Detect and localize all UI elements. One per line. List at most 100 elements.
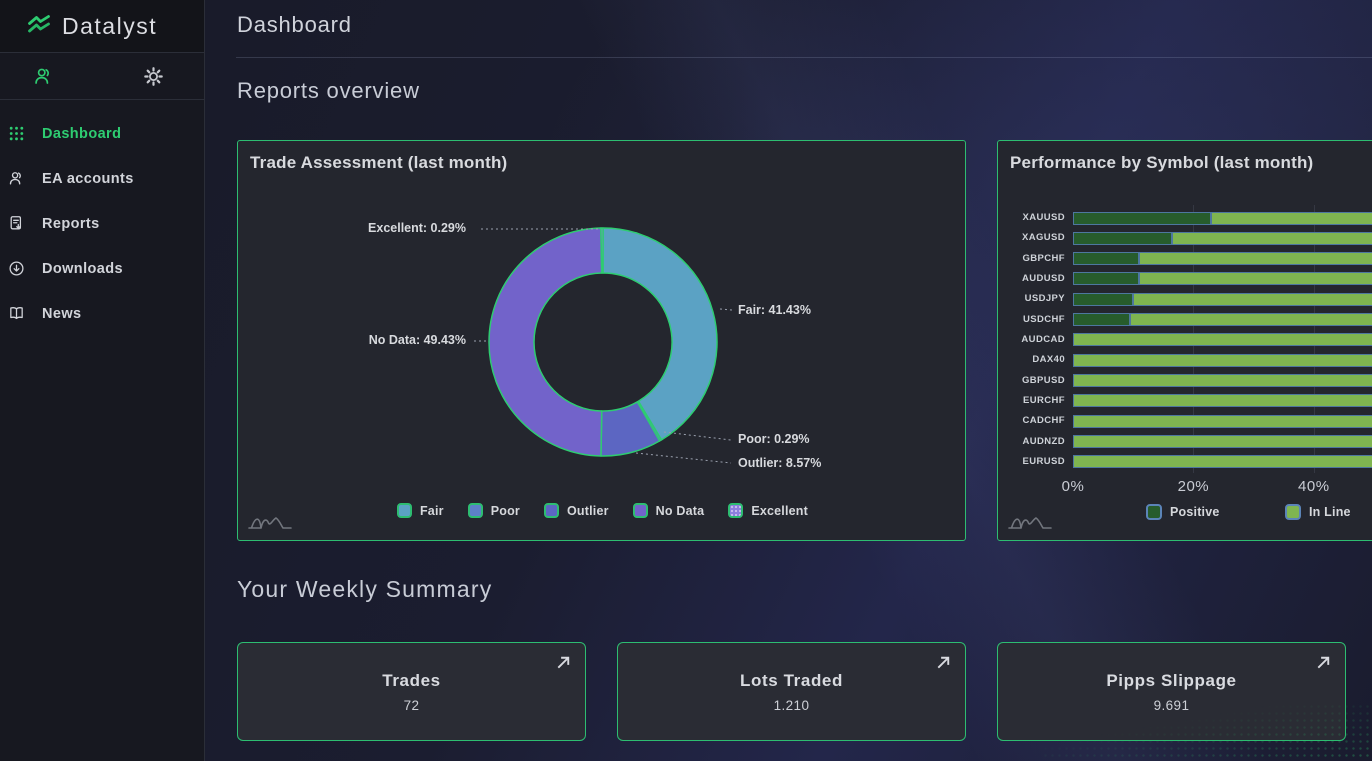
bar-category-label: EURUSD: [1003, 456, 1065, 467]
bar-segment[interactable]: [1073, 374, 1372, 387]
watermark-logo: [1007, 507, 1059, 533]
donut-callout: Excellent: 0.29%: [368, 221, 466, 235]
logo-text: Datalyst: [62, 13, 157, 40]
bar-segment[interactable]: [1130, 313, 1372, 326]
bar-chart-title: Performance by Symbol (last month): [1010, 153, 1313, 173]
grid-icon: [8, 125, 25, 142]
legend-item[interactable]: No Data: [633, 503, 705, 518]
donut-legend: Fair Poor Outlier No Data Excellent: [238, 503, 967, 518]
header-divider: [236, 57, 1372, 58]
legend-item[interactable]: Poor: [468, 503, 520, 518]
bar-segment[interactable]: [1073, 252, 1139, 265]
bar-category-label: XAGUSD: [1003, 232, 1065, 243]
sidebar-item-ea-accounts[interactable]: EA accounts: [0, 156, 204, 201]
donut-callout: Fair: 41.43%: [738, 303, 811, 317]
external-link-arrow-icon: [554, 653, 573, 672]
legend-swatch: [544, 503, 559, 518]
bar-category-label: USDJPY: [1003, 293, 1065, 304]
bar-segment[interactable]: [1073, 293, 1133, 306]
decor-dots: [1042, 703, 1372, 761]
logo[interactable]: Datalyst: [0, 0, 204, 53]
legend-item[interactable]: Outlier: [544, 503, 609, 518]
bar-category-label: XAUUSD: [1003, 212, 1065, 223]
legend-swatch: [728, 503, 743, 518]
sidebar-item-label: News: [42, 306, 81, 322]
bar-category-label: DAX40: [1003, 354, 1065, 365]
performance-by-symbol-card: Performance by Symbol (last month) XAUUS…: [997, 140, 1372, 541]
section-weekly-summary: Your Weekly Summary: [237, 576, 492, 603]
legend-item[interactable]: Positive: [1146, 504, 1220, 520]
logo-zigzag-icon: [26, 14, 52, 38]
legend-item[interactable]: Excellent: [728, 503, 808, 518]
bar-segment[interactable]: [1073, 212, 1211, 225]
donut-slice[interactable]: [603, 228, 717, 440]
accounts-icon[interactable]: [33, 66, 54, 87]
trades-card[interactable]: Trades 72: [237, 642, 586, 741]
bar-segment[interactable]: [1133, 293, 1372, 306]
bar-segment[interactable]: [1073, 394, 1372, 407]
donut-slice[interactable]: [489, 228, 602, 456]
donut-chart: [238, 141, 967, 542]
news-book-icon: [8, 305, 25, 322]
sidebar-item-dashboard[interactable]: Dashboard: [0, 111, 204, 156]
external-link-arrow-icon: [1314, 653, 1333, 672]
app-root: Datalyst: [0, 0, 1372, 761]
sidebar-quick-icons: [0, 53, 204, 100]
sidebar-item-news[interactable]: News: [0, 291, 204, 336]
bar-row: [1073, 354, 1372, 367]
lots-traded-card[interactable]: Lots Traded 1.210: [617, 642, 966, 741]
legend-item[interactable]: Fair: [397, 503, 444, 518]
bar-category-label: AUDCAD: [1003, 334, 1065, 345]
download-icon: [8, 260, 25, 277]
donut-slice[interactable]: [601, 228, 603, 273]
legend-item[interactable]: In Line: [1285, 504, 1351, 520]
sidebar-item-label: Reports: [42, 216, 100, 232]
bar-row: [1073, 333, 1372, 346]
summary-card-value: 72: [238, 698, 585, 713]
x-axis-tick: 40%: [1279, 478, 1349, 495]
bar-segment[interactable]: [1139, 252, 1372, 265]
legend-label: Fair: [420, 504, 444, 518]
bar-category-label: EURCHF: [1003, 395, 1065, 406]
sidebar-item-reports[interactable]: Reports: [0, 201, 204, 246]
sidebar-nav: Dashboard EA accounts: [0, 100, 204, 336]
legend-label: Outlier: [567, 504, 609, 518]
legend-swatch: [633, 503, 648, 518]
bar-segment[interactable]: [1073, 455, 1372, 468]
bar-segment[interactable]: [1073, 333, 1372, 346]
settings-gear-icon[interactable]: [143, 66, 164, 87]
bar-segment[interactable]: [1073, 232, 1172, 245]
summary-card-label: Lots Traded: [618, 671, 965, 691]
sidebar-item-label: EA accounts: [42, 171, 134, 187]
bar-segment[interactable]: [1073, 272, 1139, 285]
bar-segment[interactable]: [1073, 415, 1372, 428]
bar-row: [1073, 252, 1372, 265]
x-axis-tick: 20%: [1158, 478, 1228, 495]
bar-row: [1073, 435, 1372, 448]
external-link-arrow-icon: [934, 653, 953, 672]
bar-category-label: GBPCHF: [1003, 253, 1065, 264]
bar-segment[interactable]: [1172, 232, 1372, 245]
bar-segment[interactable]: [1211, 212, 1372, 225]
section-reports-overview: Reports overview: [237, 78, 420, 104]
bar-category-label: AUDNZD: [1003, 436, 1065, 447]
legend-label: No Data: [656, 504, 705, 518]
bar-category-label: CADCHF: [1003, 415, 1065, 426]
watermark-logo: [247, 507, 299, 533]
bar-segment[interactable]: [1139, 272, 1372, 285]
report-icon: [8, 215, 25, 232]
bar-segment[interactable]: [1073, 435, 1372, 448]
callout-leader-line: [664, 432, 731, 440]
summary-card-label: Trades: [238, 671, 585, 691]
bar-row: [1073, 374, 1372, 387]
trade-assessment-card: Trade Assessment (last month) Excellent:…: [237, 140, 966, 541]
bar-segment[interactable]: [1073, 313, 1130, 326]
page-title: Dashboard: [237, 12, 352, 38]
bar-category-label: GBPUSD: [1003, 375, 1065, 386]
sidebar-item-downloads[interactable]: Downloads: [0, 246, 204, 291]
bar-segment[interactable]: [1073, 354, 1372, 367]
summary-card-value: 1.210: [618, 698, 965, 713]
x-axis-tick: 0%: [1038, 478, 1108, 495]
legend-swatch: [397, 503, 412, 518]
callout-leader-line: [636, 453, 731, 463]
